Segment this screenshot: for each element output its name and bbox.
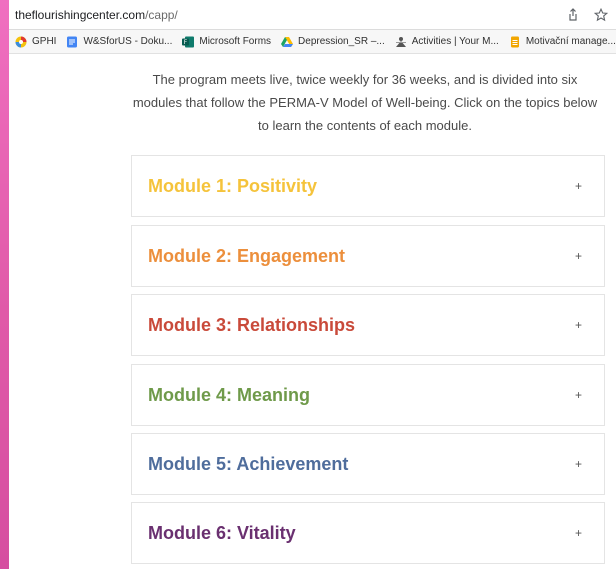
module-3-accordion[interactable]: Module 3: Relationships +: [131, 294, 605, 356]
expand-plus-icon[interactable]: +: [575, 457, 582, 471]
module-2-accordion[interactable]: Module 2: Engagement +: [131, 225, 605, 287]
bookmark-docs[interactable]: W&SforUS - Doku...: [66, 36, 172, 48]
expand-plus-icon[interactable]: +: [575, 249, 582, 263]
drive-icon: [281, 36, 294, 48]
bookmark-sheets[interactable]: Motivační manage...: [509, 36, 616, 48]
star-icon[interactable]: [593, 7, 609, 22]
module-5-title: Module 5: Achievement: [148, 453, 349, 474]
bookmark-label: Depression_SR –...: [298, 36, 385, 47]
bookmark-drive[interactable]: Depression_SR –...: [281, 36, 385, 48]
address-bar[interactable]: theflourishingcenter.com/capp/: [9, 0, 616, 30]
bookmark-label: Activities | Your M...: [411, 36, 499, 47]
bookmark-label: GPHI: [32, 36, 57, 47]
module-6-title: Module 6: Vitality: [148, 522, 296, 543]
module-2-title: Module 2: Engagement: [148, 245, 346, 266]
url-text[interactable]: theflourishingcenter.com/capp/: [15, 8, 566, 22]
docs-icon: [66, 36, 78, 48]
svg-text:F: F: [184, 39, 188, 46]
sheets-icon: [509, 36, 521, 48]
module-1-accordion[interactable]: Module 1: Positivity +: [131, 155, 605, 217]
bookmark-forms[interactable]: F Microsoft Forms: [182, 36, 271, 48]
expand-plus-icon[interactable]: +: [575, 388, 582, 402]
bookmark-label: Microsoft Forms: [199, 36, 272, 47]
url-host: theflourishingcenter.com: [15, 7, 146, 22]
bookmark-gphi[interactable]: GPHI: [15, 36, 56, 48]
module-6-accordion[interactable]: Module 6: Vitality +: [131, 502, 605, 564]
program-intro-text: The program meets live, twice weekly for…: [132, 72, 598, 133]
bookmark-label: W&SforUS - Doku...: [83, 36, 173, 47]
expand-plus-icon[interactable]: +: [575, 179, 582, 193]
desktop-edge: [0, 0, 9, 569]
module-3-title: Module 3: Relationships: [148, 314, 356, 335]
module-4-title: Module 4: Meaning: [148, 384, 310, 405]
share-icon[interactable]: [566, 7, 580, 22]
module-5-accordion[interactable]: Module 5: Achievement +: [131, 433, 605, 495]
expand-plus-icon[interactable]: +: [575, 318, 582, 332]
bookmark-label: Motivační manage...: [525, 36, 616, 47]
module-4-accordion[interactable]: Module 4: Meaning +: [131, 364, 605, 426]
bookmarks-bar: GPHI W&SforUS - Doku... F Microsoft Form…: [9, 30, 616, 54]
bookmark-activities[interactable]: Activities | Your M...: [395, 36, 499, 48]
forms-icon: F: [182, 36, 195, 48]
gphi-icon: [15, 36, 27, 48]
browser-window: theflourishingcenter.com/capp/ GPHI W&Sf…: [9, 0, 616, 569]
expand-plus-icon[interactable]: +: [575, 526, 582, 540]
url-path: /capp/: [145, 7, 178, 22]
activities-icon: [395, 36, 407, 48]
module-1-title: Module 1: Positivity: [148, 175, 318, 196]
